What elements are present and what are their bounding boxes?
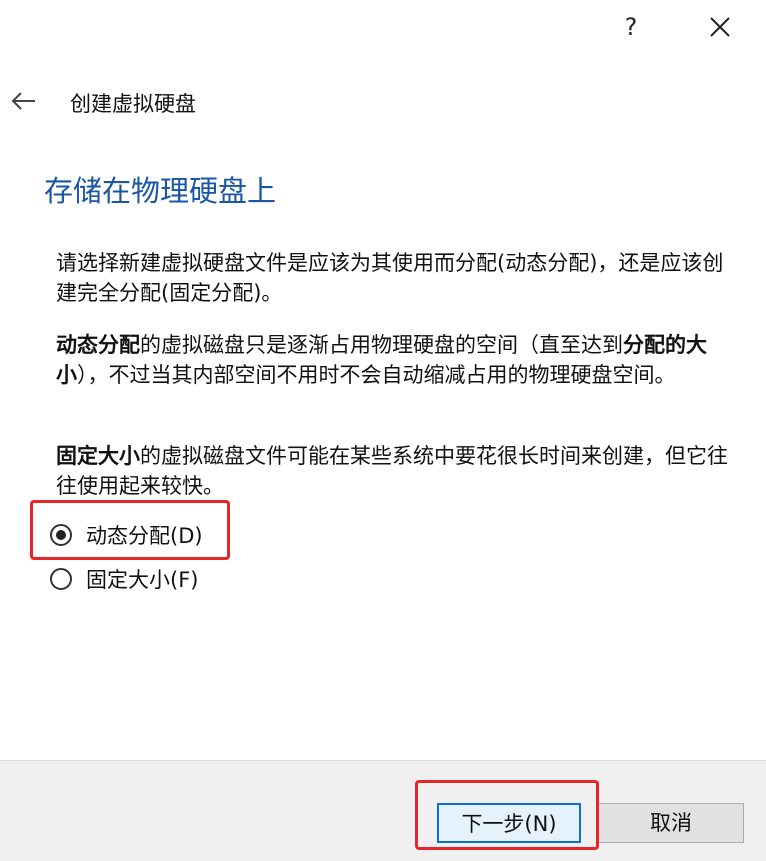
cancel-button[interactable]: 取消 — [598, 803, 744, 843]
radio-checked-icon[interactable] — [50, 524, 72, 546]
dynamic-allocation-text-2: ），不过当其内部空间不用时不会自动缩减占用的物理硬盘空间。 — [77, 363, 676, 387]
radio-dynamic-allocation[interactable]: 动态分配(D) — [50, 519, 203, 551]
fixed-size-text: 的虚拟磁盘文件可能在某些系统中要花很长时间来创建，但它往往使用起来较快。 — [56, 444, 728, 498]
close-icon — [710, 17, 730, 37]
description-paragraph: 请选择新建虚拟硬盘文件是应该为其使用而分配(动态分配)，还是应该创建完全分配(固… — [56, 251, 724, 305]
dynamic-allocation-description: 动态分配的虚拟磁盘只是逐渐占用物理硬盘的空间（直至达到分配的大小），不过当其内部… — [56, 330, 736, 390]
radio-fixed-size-label[interactable]: 固定大小(F) — [86, 564, 198, 594]
arrow-left-icon — [11, 92, 35, 110]
radio-fixed-size[interactable]: 固定大小(F) — [50, 563, 198, 595]
dialog-title: 创建虚拟硬盘 — [70, 92, 196, 116]
fixed-size-term: 固定大小 — [56, 444, 140, 468]
radio-unchecked-icon[interactable] — [50, 568, 72, 590]
close-button[interactable] — [700, 10, 740, 44]
radio-dynamic-allocation-label[interactable]: 动态分配(D) — [86, 520, 203, 550]
fixed-size-description: 固定大小的虚拟磁盘文件可能在某些系统中要花很长时间来创建，但它往往使用起来较快。 — [56, 441, 736, 501]
back-button[interactable] — [8, 86, 42, 116]
next-button[interactable]: 下一步(N) — [437, 803, 581, 843]
help-button[interactable]: ? — [614, 10, 648, 44]
dynamic-allocation-text: 的虚拟磁盘只是逐渐占用物理硬盘的空间（直至达到 — [140, 333, 623, 357]
section-title: 存储在物理硬盘上 — [44, 174, 277, 208]
radio-dot — [56, 530, 66, 540]
dynamic-allocation-term: 动态分配 — [56, 333, 140, 357]
